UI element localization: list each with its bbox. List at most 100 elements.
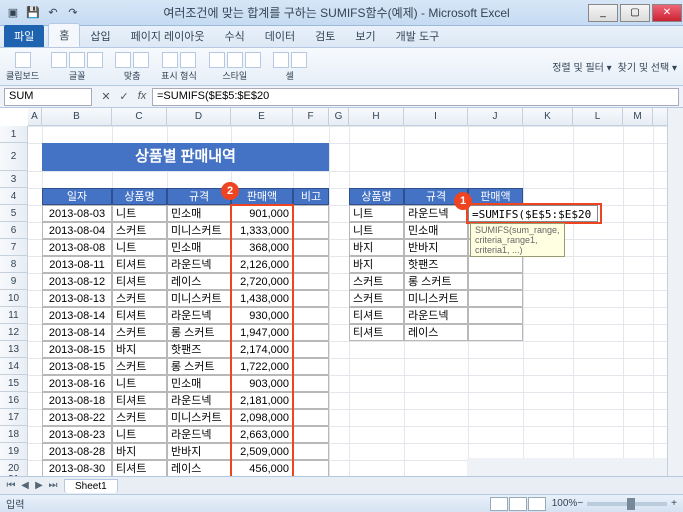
row-header[interactable]: 9 [0,273,28,290]
cell[interactable] [293,222,329,239]
view-normal[interactable] [490,497,508,511]
cell[interactable]: 바지 [112,443,167,460]
cell[interactable]: 레이스 [167,273,231,290]
row-header[interactable]: 14 [0,358,28,375]
formula-bar-input[interactable]: =SUMIFS($E$5:$E$20 [152,88,679,106]
zoom-in[interactable]: + [671,498,677,509]
cell[interactable]: 레이스 [404,324,468,341]
maximize-button[interactable]: ▢ [620,4,650,22]
tab-review[interactable]: 검토 [305,25,345,47]
cell[interactable]: 2,174,000 [231,341,293,358]
zoom-slider[interactable] [587,502,667,506]
row-header[interactable]: 10 [0,290,28,307]
minimize-button[interactable]: _ [588,4,618,22]
cell[interactable]: 2013-08-18 [42,392,112,409]
cell[interactable]: 핫팬즈 [404,256,468,273]
enter-formula-icon[interactable]: ✓ [116,90,132,103]
cell[interactable]: 2,181,000 [231,392,293,409]
col-header[interactable]: B [42,108,112,125]
cell[interactable]: 라운드넥 [167,392,231,409]
name-box[interactable]: SUM [4,88,92,106]
cell[interactable]: 1,722,000 [231,358,293,375]
paste-icon[interactable] [15,52,31,68]
row-header[interactable]: 16 [0,392,28,409]
cell[interactable]: 스커트 [112,409,167,426]
cell[interactable]: 스커트 [112,290,167,307]
table-header[interactable]: 상품명 [349,188,404,205]
cell[interactable]: 2,126,000 [231,256,293,273]
fill-icon[interactable] [87,52,103,68]
cell[interactable]: 민소매 [167,375,231,392]
tab-formulas[interactable]: 수식 [215,25,255,47]
editing-cell[interactable]: =SUMIFS($E$5:$E$20 [468,205,598,222]
row-header[interactable]: 3 [0,171,28,188]
cell[interactable]: 2013-08-23 [42,426,112,443]
cell[interactable]: 2013-08-28 [42,443,112,460]
cell[interactable]: 라운드넥 [167,426,231,443]
cell[interactable]: 반바지 [404,239,468,256]
row-header[interactable]: 5 [0,205,28,222]
cell[interactable]: 2,720,000 [231,273,293,290]
cell[interactable]: 티셔트 [112,460,167,477]
cell[interactable]: 롱 스커트 [404,273,468,290]
cell[interactable]: 1,947,000 [231,324,293,341]
row-header[interactable]: 17 [0,409,28,426]
cell[interactable]: 롱 스커트 [167,358,231,375]
tab-file[interactable]: 파일 [4,25,44,47]
row-header[interactable]: 11 [0,307,28,324]
col-header[interactable]: A [28,108,42,125]
redo-icon[interactable]: ↷ [64,4,82,22]
cell[interactable]: 니트 [349,205,404,222]
col-header[interactable]: L [573,108,623,125]
undo-icon[interactable]: ↶ [44,4,62,22]
condfmt-icon[interactable] [209,52,225,68]
cell[interactable]: 라운드넥 [167,307,231,324]
col-header[interactable]: M [623,108,653,125]
cell[interactable]: 민소매 [167,239,231,256]
col-header[interactable]: D [167,108,231,125]
cell[interactable] [468,256,523,273]
cell[interactable]: 2013-08-04 [42,222,112,239]
tab-developer[interactable]: 개발 도구 [386,25,450,47]
table-header[interactable]: 판매액 [231,188,293,205]
cancel-formula-icon[interactable]: ✕ [98,90,114,103]
cell[interactable]: 2,509,000 [231,443,293,460]
cell[interactable] [293,324,329,341]
row-header[interactable]: 7 [0,239,28,256]
row-header[interactable]: 19 [0,443,28,460]
cell[interactable]: 2013-08-22 [42,409,112,426]
cell[interactable]: 티셔트 [112,307,167,324]
cell[interactable] [293,392,329,409]
font-icon[interactable] [51,52,67,68]
cell[interactable]: 라운드넥 [404,307,468,324]
table-header[interactable]: 판매액 [468,188,523,205]
tablefmt-icon[interactable] [227,52,243,68]
save-icon[interactable]: 💾 [24,4,42,22]
cell[interactable] [468,324,523,341]
cell[interactable] [293,205,329,222]
cell[interactable]: 1,438,000 [231,290,293,307]
cell[interactable]: 롱 스커트 [167,324,231,341]
cell[interactable]: 2013-08-14 [42,324,112,341]
row-header[interactable]: 18 [0,426,28,443]
cell[interactable] [293,375,329,392]
row-header[interactable]: 15 [0,375,28,392]
cell[interactable]: 미니스커트 [167,409,231,426]
row-header[interactable]: 1 [0,126,28,143]
cell[interactable] [468,307,523,324]
cell[interactable]: 스커트 [112,358,167,375]
cell[interactable]: 2,663,000 [231,426,293,443]
cell[interactable] [293,358,329,375]
cell[interactable]: 2013-08-15 [42,341,112,358]
row-header[interactable]: 8 [0,256,28,273]
cell[interactable]: 니트 [112,426,167,443]
table-title[interactable]: 상품별 판매내역 [42,143,329,171]
cell[interactable]: 티셔트 [112,273,167,290]
tab-view[interactable]: 보기 [345,25,385,47]
scrollbar-v[interactable] [667,108,683,476]
sheet-tab-1[interactable]: Sheet1 [64,479,118,493]
cell[interactable]: 반바지 [167,443,231,460]
cell[interactable]: 니트 [349,222,404,239]
table-header[interactable]: 비고 [293,188,329,205]
merge-icon[interactable] [133,52,149,68]
